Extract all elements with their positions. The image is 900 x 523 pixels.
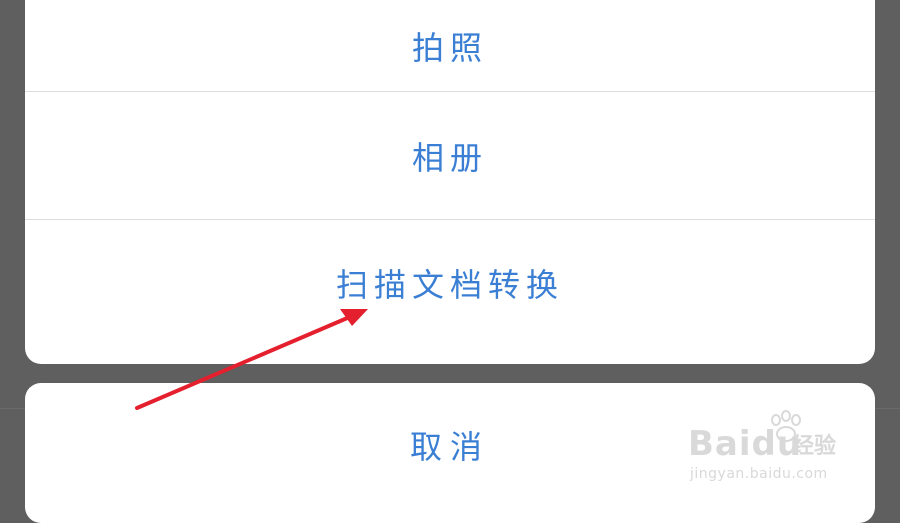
baidu-jingyan-watermark: Baidu 经验 jingyan.baidu.com xyxy=(688,410,858,490)
watermark-url: jingyan.baidu.com xyxy=(690,466,828,482)
scan-document-convert-option[interactable]: 扫描文档转换 xyxy=(25,219,875,345)
photo-album-option[interactable]: 相册 xyxy=(25,91,875,220)
watermark-cn-text: 经验 xyxy=(792,434,837,459)
action-sheet: 拍照 相册 扫描文档转换 xyxy=(25,0,875,364)
take-photo-option[interactable]: 拍照 xyxy=(25,0,875,91)
